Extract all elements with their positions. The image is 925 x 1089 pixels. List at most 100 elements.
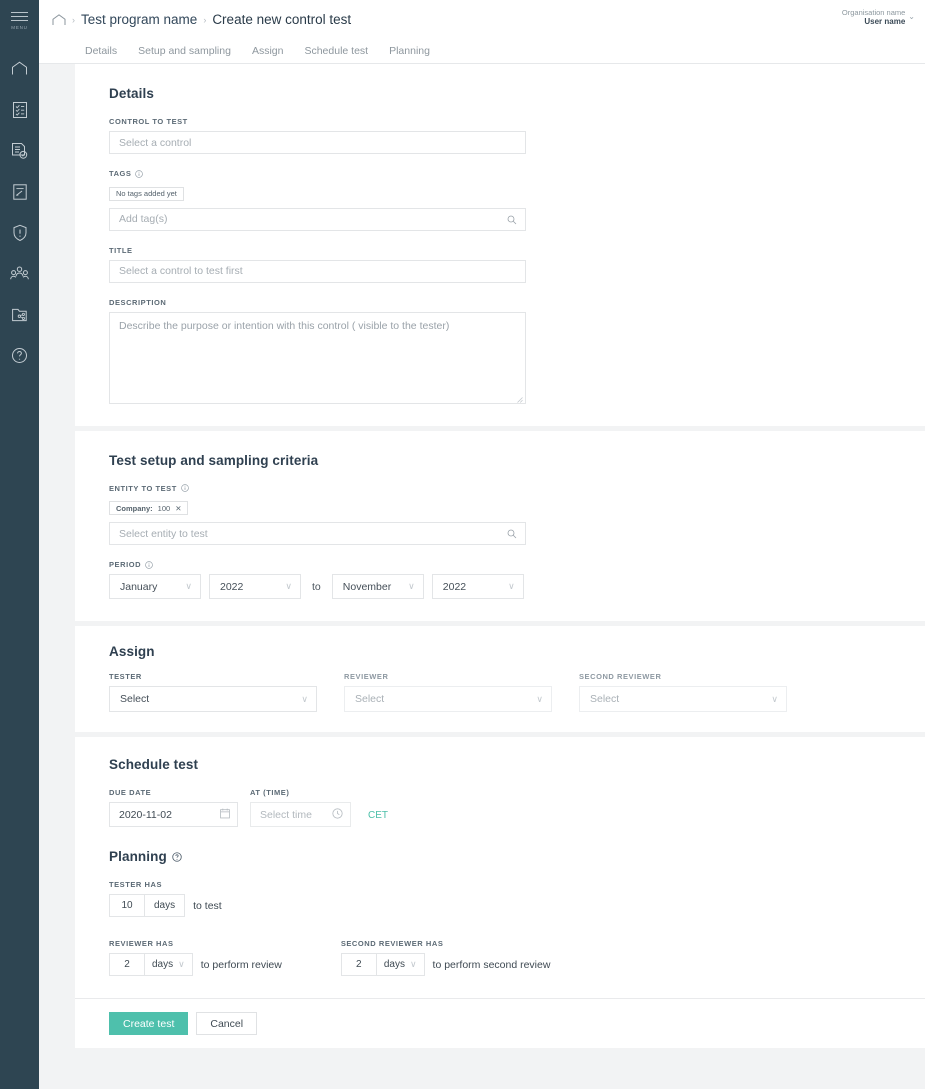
- due-date-value: 2020-11-02: [119, 808, 172, 821]
- entity-chip: Company: 100 ✕: [109, 501, 189, 515]
- tester-has-label: TESTER HAS: [109, 880, 163, 889]
- reviewer-days-unit-label: days: [152, 959, 174, 970]
- setup-heading: Test setup and sampling criteria: [109, 452, 319, 468]
- at-time-input[interactable]: Select time: [250, 802, 351, 827]
- users-group-icon: [10, 266, 29, 281]
- period-from-month-select[interactable]: January ∨: [109, 574, 201, 599]
- second-reviewer-group: SECOND REVIEWER Select ∨: [579, 672, 787, 712]
- resize-handle-icon[interactable]: [516, 394, 523, 403]
- title-input[interactable]: Select a control to test first: [109, 259, 526, 283]
- hamburger-icon: [11, 12, 28, 24]
- tab-planning[interactable]: Planning: [389, 45, 430, 57]
- sidebar-item-tests[interactable]: [0, 171, 39, 212]
- control-to-test-placeholder: Select a control: [119, 136, 192, 149]
- breadcrumb-item-current: Create new control test: [212, 12, 352, 27]
- second-reviewer-days-input[interactable]: 2: [340, 953, 377, 976]
- chevron-down-icon: ⌄: [908, 12, 915, 21]
- add-tags-input[interactable]: Add tag(s): [109, 207, 526, 231]
- top-bar: › Test program name › Create new control…: [39, 0, 925, 39]
- question-circle-icon[interactable]: [172, 851, 182, 862]
- chevron-down-icon: ∨: [409, 959, 417, 969]
- sidebar-item-people[interactable]: [0, 253, 39, 294]
- calendar-icon[interactable]: [220, 808, 230, 822]
- title-placeholder: Select a control to test first: [119, 265, 243, 277]
- tester-select[interactable]: Select ∨: [109, 686, 317, 712]
- sidebar-item-controls[interactable]: [0, 130, 39, 171]
- add-tags-placeholder: Add tag(s): [119, 213, 168, 225]
- due-date-input[interactable]: 2020-11-02: [109, 802, 238, 827]
- at-time-label: AT (TIME): [250, 788, 290, 797]
- period-label-text: PERIOD: [109, 560, 142, 569]
- period-to-year-select[interactable]: 2022 ∨: [431, 574, 524, 599]
- control-to-test-group: CONTROL TO TEST Select a control: [109, 117, 905, 154]
- info-circle-icon[interactable]: [135, 169, 144, 178]
- sidebar-item-reports[interactable]: [0, 294, 39, 335]
- tags-empty-pill: No tags added yet: [109, 186, 184, 201]
- second-reviewer-value: Select: [590, 693, 620, 705]
- control-to-test-select[interactable]: Select a control: [109, 131, 526, 154]
- main-area: › Test program name › Create new control…: [39, 0, 925, 1089]
- description-label: DESCRIPTION: [109, 297, 167, 307]
- period-to-month-select[interactable]: November ∨: [331, 574, 424, 599]
- close-icon[interactable]: ✕: [175, 504, 181, 513]
- at-time-placeholder: Select time: [260, 808, 312, 821]
- second-reviewer-select[interactable]: Select ∨: [579, 686, 787, 712]
- tab-setup-and-sampling[interactable]: Setup and sampling: [138, 45, 231, 57]
- period-from-year-select[interactable]: 2022 ∨: [209, 574, 301, 599]
- tags-label: TAGS: [109, 169, 905, 178]
- sidebar-item-help[interactable]: [0, 335, 39, 376]
- cancel-button[interactable]: Cancel: [196, 1012, 258, 1035]
- menu-toggle-button[interactable]: MENU: [0, 0, 39, 39]
- period-label: PERIOD: [109, 560, 905, 569]
- reviewer-days-input[interactable]: 2: [109, 953, 145, 976]
- sidebar-item-programs[interactable]: [0, 89, 39, 130]
- setup-section: Test setup and sampling criteria ENTITY …: [75, 430, 925, 621]
- tester-has-group: TESTER HAS 10 days to test: [109, 880, 905, 917]
- chevron-down-icon: ∨: [285, 581, 292, 591]
- reviewer-has-group: REVIEWER HAS 2 days ∨ to perform review: [109, 939, 282, 976]
- period-row: January ∨ 2022 ∨ to November ∨ 2022 ∨: [109, 574, 905, 599]
- reviewer-days-unit-select[interactable]: days ∨: [145, 953, 193, 976]
- app-root: MENU › Test program name › Create new co…: [0, 0, 925, 1089]
- info-circle-icon[interactable]: [181, 484, 189, 492]
- period-to-word: to: [312, 580, 321, 593]
- second-reviewer-days-unit-select[interactable]: days ∨: [376, 953, 425, 976]
- timezone-label[interactable]: CET: [368, 810, 388, 821]
- tab-assign[interactable]: Assign: [252, 45, 284, 57]
- reviewer-has-row: 2 days ∨ to perform review: [109, 953, 282, 976]
- reviewer-select[interactable]: Select ∨: [344, 686, 552, 712]
- document-edit-icon: [12, 183, 28, 201]
- tab-details[interactable]: Details: [85, 45, 117, 57]
- second-reviewer-label: SECOND REVIEWER: [579, 672, 662, 681]
- create-test-button[interactable]: Create test: [109, 1012, 189, 1035]
- chevron-down-icon: ∨: [508, 581, 515, 591]
- at-time-group: AT (TIME) Select time: [250, 788, 351, 827]
- user-account-menu[interactable]: Organisation name User name ⌄: [842, 8, 915, 27]
- period-group: PERIOD January ∨ 2022 ∨ to November ∨ 20…: [109, 560, 905, 599]
- sidebar-item-home[interactable]: [0, 48, 39, 89]
- breadcrumb-item-program[interactable]: Test program name: [81, 12, 197, 27]
- info-circle-icon[interactable]: [145, 560, 153, 569]
- entity-chip-prefix: Company:: [116, 503, 153, 513]
- entity-to-test-input[interactable]: Select entity to test: [109, 522, 526, 545]
- second-reviewer-has-label: SECOND REVIEWER HAS: [340, 939, 444, 948]
- second-reviewer-days-unit-label: days: [383, 959, 405, 970]
- tester-days-unit[interactable]: days: [145, 894, 186, 917]
- control-to-test-label: CONTROL TO TEST: [109, 117, 188, 126]
- chevron-down-icon: ∨: [301, 693, 308, 704]
- tab-schedule-test[interactable]: Schedule test: [304, 45, 368, 57]
- tester-days-unit-label: days: [154, 900, 176, 911]
- assign-section: Assign TESTER Select ∨ REVIEWER Select ∨…: [75, 626, 925, 732]
- clock-icon[interactable]: [332, 807, 343, 822]
- user-account-text: Organisation name User name: [842, 8, 905, 27]
- period-to-year-value: 2022: [442, 580, 467, 593]
- breadcrumb-separator-2: ›: [203, 14, 207, 25]
- sidebar-nav: [0, 48, 39, 376]
- search-icon: [507, 529, 517, 542]
- description-textarea[interactable]: Describe the purpose or intention with t…: [109, 311, 526, 404]
- tester-days-input[interactable]: 10: [109, 894, 145, 917]
- chevron-down-icon: ∨: [536, 693, 543, 704]
- sidebar-item-risks[interactable]: [0, 212, 39, 253]
- home-icon[interactable]: [52, 13, 66, 26]
- document-check-icon: [11, 142, 28, 160]
